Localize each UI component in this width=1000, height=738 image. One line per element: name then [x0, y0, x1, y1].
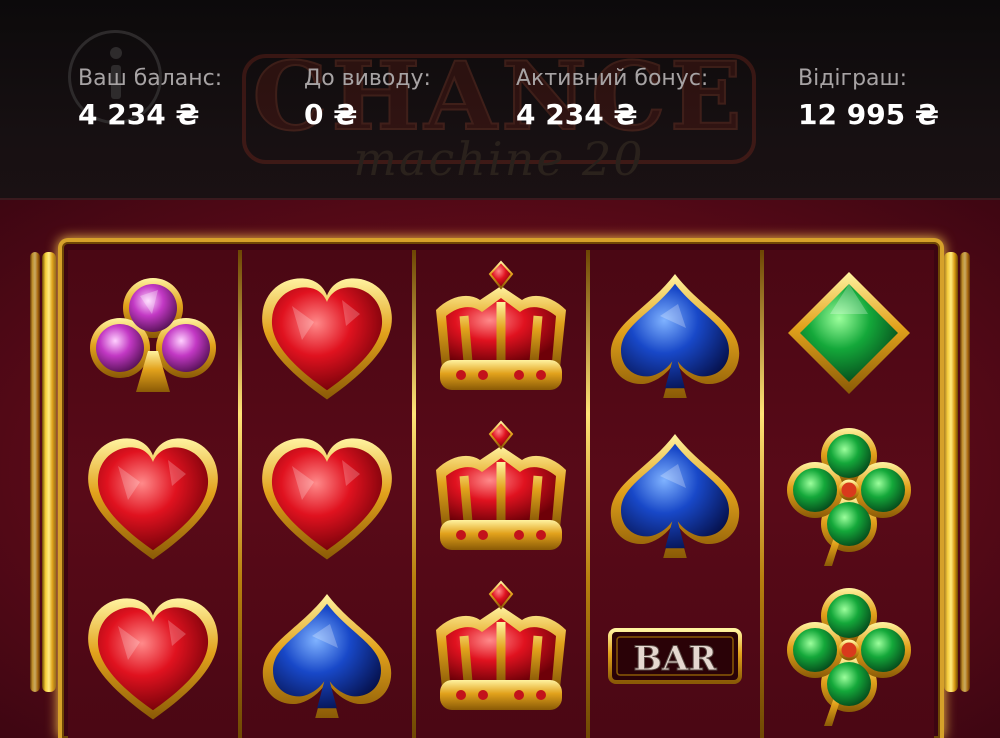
crown-symbol: [436, 420, 566, 550]
balance-stat: Ваш баланс: 4 234 ₴: [78, 64, 222, 134]
spade-symbol: [262, 593, 392, 719]
reel-4: BAR: [590, 250, 760, 738]
heart-symbol: [262, 278, 392, 400]
reel-3-row-3: [416, 576, 586, 736]
diamond-symbol: [788, 272, 910, 394]
reel-5-row-3: [764, 576, 934, 736]
info-icon-dot: [110, 47, 122, 59]
reel-2: [242, 250, 412, 738]
reel-3: [416, 250, 586, 738]
club-symbol: [90, 278, 216, 392]
heart-symbol: [88, 438, 218, 560]
reel-4-row-2: [590, 416, 760, 576]
game-screen: CHANCE machine 20 Ваш баланс: 4 234 ₴ До…: [0, 0, 1000, 738]
reel-4-row-1: [590, 256, 760, 416]
reel-5-row-2: [764, 416, 934, 576]
reel-2-row-1: [242, 256, 412, 416]
reel-1-row-2: [68, 416, 238, 576]
spade-symbol: [610, 273, 740, 399]
active-bonus-stat: Активний бонус: 4 234 ₴: [516, 64, 708, 134]
balance-value: 4 234 ₴: [78, 98, 200, 131]
reel-3-row-1: [416, 256, 586, 416]
reel-2-row-3: [242, 576, 412, 736]
wagering-stat: Відіграш: 12 995 ₴: [798, 64, 939, 134]
withdrawable-label: До виводу:: [304, 66, 431, 91]
reel-1-row-1: [68, 256, 238, 416]
reel-2-row-2: [242, 416, 412, 576]
crown-symbol: [436, 260, 566, 390]
four-leaf-clover-symbol: [787, 588, 911, 726]
reel-1-row-3: [68, 576, 238, 736]
bar-symbol-text: BAR: [633, 639, 717, 679]
reels-frame: BAR: [58, 238, 944, 738]
heart-symbol: [262, 438, 392, 560]
spade-symbol: [610, 433, 740, 559]
header-bar: CHANCE machine 20 Ваш баланс: 4 234 ₴ До…: [0, 0, 1000, 200]
wagering-label: Відіграш:: [798, 66, 908, 91]
withdrawable-stat: До виводу: 0 ₴: [304, 64, 431, 134]
active-bonus-label: Активний бонус:: [516, 66, 709, 91]
heart-symbol: [88, 598, 218, 720]
slot-game-area: BAR: [0, 200, 1000, 738]
withdrawable-value: 0 ₴: [304, 98, 358, 131]
reel-5: [764, 250, 934, 738]
logo-subtitle: machine 20: [353, 132, 645, 186]
active-bonus-value: 4 234 ₴: [516, 98, 638, 131]
crown-symbol: [436, 580, 566, 710]
reel-1: [68, 250, 238, 738]
reel-4-row-3: BAR: [590, 576, 760, 736]
bar-symbol: BAR: [608, 628, 742, 684]
balance-label: Ваш баланс:: [78, 66, 223, 91]
four-leaf-clover-symbol: [787, 428, 911, 566]
wagering-value: 12 995 ₴: [798, 98, 939, 131]
left-gold-pillar: [30, 252, 58, 692]
reel-5-row-1: [764, 256, 934, 416]
reel-3-row-2: [416, 416, 586, 576]
right-gold-pillar: [944, 252, 972, 692]
